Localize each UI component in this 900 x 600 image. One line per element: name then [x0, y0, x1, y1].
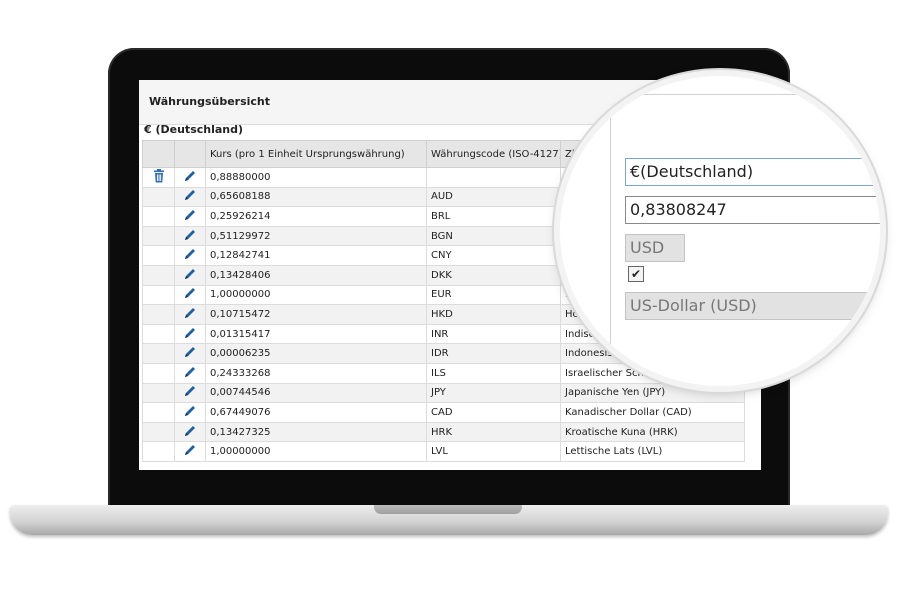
- trash-icon[interactable]: [153, 168, 165, 186]
- pencil-icon[interactable]: [183, 286, 197, 303]
- edit-cell: [174, 225, 206, 247]
- pencil-icon[interactable]: [183, 424, 197, 441]
- currency-code-field: USD: [625, 234, 685, 262]
- column-header-code[interactable]: Währungscode (ISO-4127): [426, 140, 561, 168]
- pencil-icon[interactable]: [183, 443, 197, 460]
- delete-cell: [142, 323, 175, 345]
- pencil-icon[interactable]: [183, 247, 197, 264]
- edit-cell: [174, 323, 206, 345]
- rate-cell: 1,00000000: [205, 441, 427, 462]
- pencil-icon[interactable]: [183, 365, 197, 382]
- table-row[interactable]: 0,00744546 JPY Japanische Yen (JPY): [142, 382, 745, 404]
- rate-cell: 0,00744546: [205, 382, 427, 404]
- delete-cell: [142, 245, 175, 266]
- delete-cell: [142, 225, 175, 247]
- rate-cell: 0,65608188: [205, 186, 427, 208]
- table-row[interactable]: 0,13427325 HRK Kroatische Kuna (HRK): [142, 421, 745, 443]
- rate-cell: 0,13427325: [205, 421, 427, 443]
- code-cell: EUR: [426, 284, 561, 306]
- delete-cell: [142, 382, 175, 404]
- rate-cell: 0,88880000: [205, 167, 427, 188]
- code-cell: CAD: [426, 402, 561, 423]
- zoom-divider: [610, 94, 880, 95]
- code-cell: ILS: [426, 362, 561, 384]
- code-cell: JPY: [426, 382, 561, 404]
- pencil-icon[interactable]: [183, 306, 197, 323]
- code-cell: [426, 167, 561, 188]
- edit-cell: [174, 206, 206, 227]
- rate-cell: 0,10715472: [205, 304, 427, 325]
- code-cell: HKD: [426, 304, 561, 325]
- edit-cell: [174, 343, 206, 364]
- code-cell: CNY: [426, 245, 561, 266]
- code-cell: LVL: [426, 441, 561, 462]
- delete-cell: [142, 362, 175, 384]
- code-cell: BGN: [426, 225, 561, 247]
- target-currency-cell: Lettische Lats (LVL): [560, 441, 745, 462]
- edit-cell: [174, 167, 206, 188]
- edit-cell: [174, 441, 206, 462]
- rate-input[interactable]: 0,83808247: [625, 196, 880, 224]
- rate-cell: 0,24333268: [205, 362, 427, 384]
- pencil-icon[interactable]: [183, 169, 197, 186]
- rate-cell: 0,13428406: [205, 264, 427, 286]
- pencil-icon[interactable]: [183, 228, 197, 245]
- delete-cell: [142, 441, 175, 462]
- pencil-icon[interactable]: [183, 404, 197, 421]
- zoom-magnifier: €(Deutschland) 0,83808247 USD ✔ US-Dolla…: [560, 76, 880, 386]
- pencil-icon[interactable]: [183, 345, 197, 362]
- pencil-icon[interactable]: [183, 326, 197, 343]
- target-currency-cell: Kanadischer Dollar (CAD): [560, 402, 745, 423]
- code-cell: AUD: [426, 186, 561, 208]
- panel-title: Währungsübersicht: [149, 95, 271, 108]
- rate-cell: 0,01315417: [205, 323, 427, 345]
- edit-cell: [174, 245, 206, 266]
- edit-cell: [174, 382, 206, 404]
- delete-cell: [142, 167, 175, 188]
- delete-cell: [142, 206, 175, 227]
- target-currency-cell: Kroatische Kuna (HRK): [560, 421, 745, 443]
- delete-cell: [142, 421, 175, 443]
- delete-cell: [142, 264, 175, 286]
- rate-cell: 0,51129972: [205, 225, 427, 247]
- country-select[interactable]: €(Deutschland): [625, 158, 880, 186]
- table-row[interactable]: 0,67449076 CAD Kanadischer Dollar (CAD): [142, 402, 745, 423]
- currency-name-field: US-Dollar (USD): [625, 292, 880, 320]
- delete-cell: [142, 186, 175, 208]
- rate-cell: 0,12842741: [205, 245, 427, 266]
- edit-cell: [174, 284, 206, 306]
- column-header-rate[interactable]: Kurs (pro 1 Einheit Ursprungswährung): [205, 140, 427, 168]
- edit-cell: [174, 362, 206, 384]
- rate-cell: 0,00006235: [205, 343, 427, 364]
- rate-cell: 0,25926214: [205, 206, 427, 227]
- pencil-icon[interactable]: [183, 267, 197, 284]
- pencil-icon[interactable]: [183, 384, 197, 401]
- group-title: € (Deutschland): [144, 123, 244, 136]
- edit-cell: [174, 264, 206, 286]
- delete-cell: [142, 402, 175, 423]
- code-cell: IDR: [426, 343, 561, 364]
- edit-cell: [174, 186, 206, 208]
- code-cell: HRK: [426, 421, 561, 443]
- pencil-icon[interactable]: [183, 188, 197, 205]
- rate-cell: 0,67449076: [205, 402, 427, 423]
- edit-cell: [174, 421, 206, 443]
- zoom-column-divider: [610, 94, 611, 386]
- column-header-delete: [142, 140, 175, 168]
- code-cell: DKK: [426, 264, 561, 286]
- delete-cell: [142, 304, 175, 325]
- delete-cell: [142, 343, 175, 364]
- delete-cell: [142, 284, 175, 306]
- edit-cell: [174, 304, 206, 325]
- laptop-notch: [374, 505, 522, 514]
- pencil-icon[interactable]: [183, 208, 197, 225]
- edit-cell: [174, 402, 206, 423]
- column-header-edit: [174, 140, 206, 168]
- code-cell: BRL: [426, 206, 561, 227]
- table-row[interactable]: 1,00000000 LVL Lettische Lats (LVL): [142, 441, 745, 462]
- rate-cell: 1,00000000: [205, 284, 427, 306]
- active-checkbox[interactable]: ✔: [628, 266, 644, 282]
- code-cell: INR: [426, 323, 561, 345]
